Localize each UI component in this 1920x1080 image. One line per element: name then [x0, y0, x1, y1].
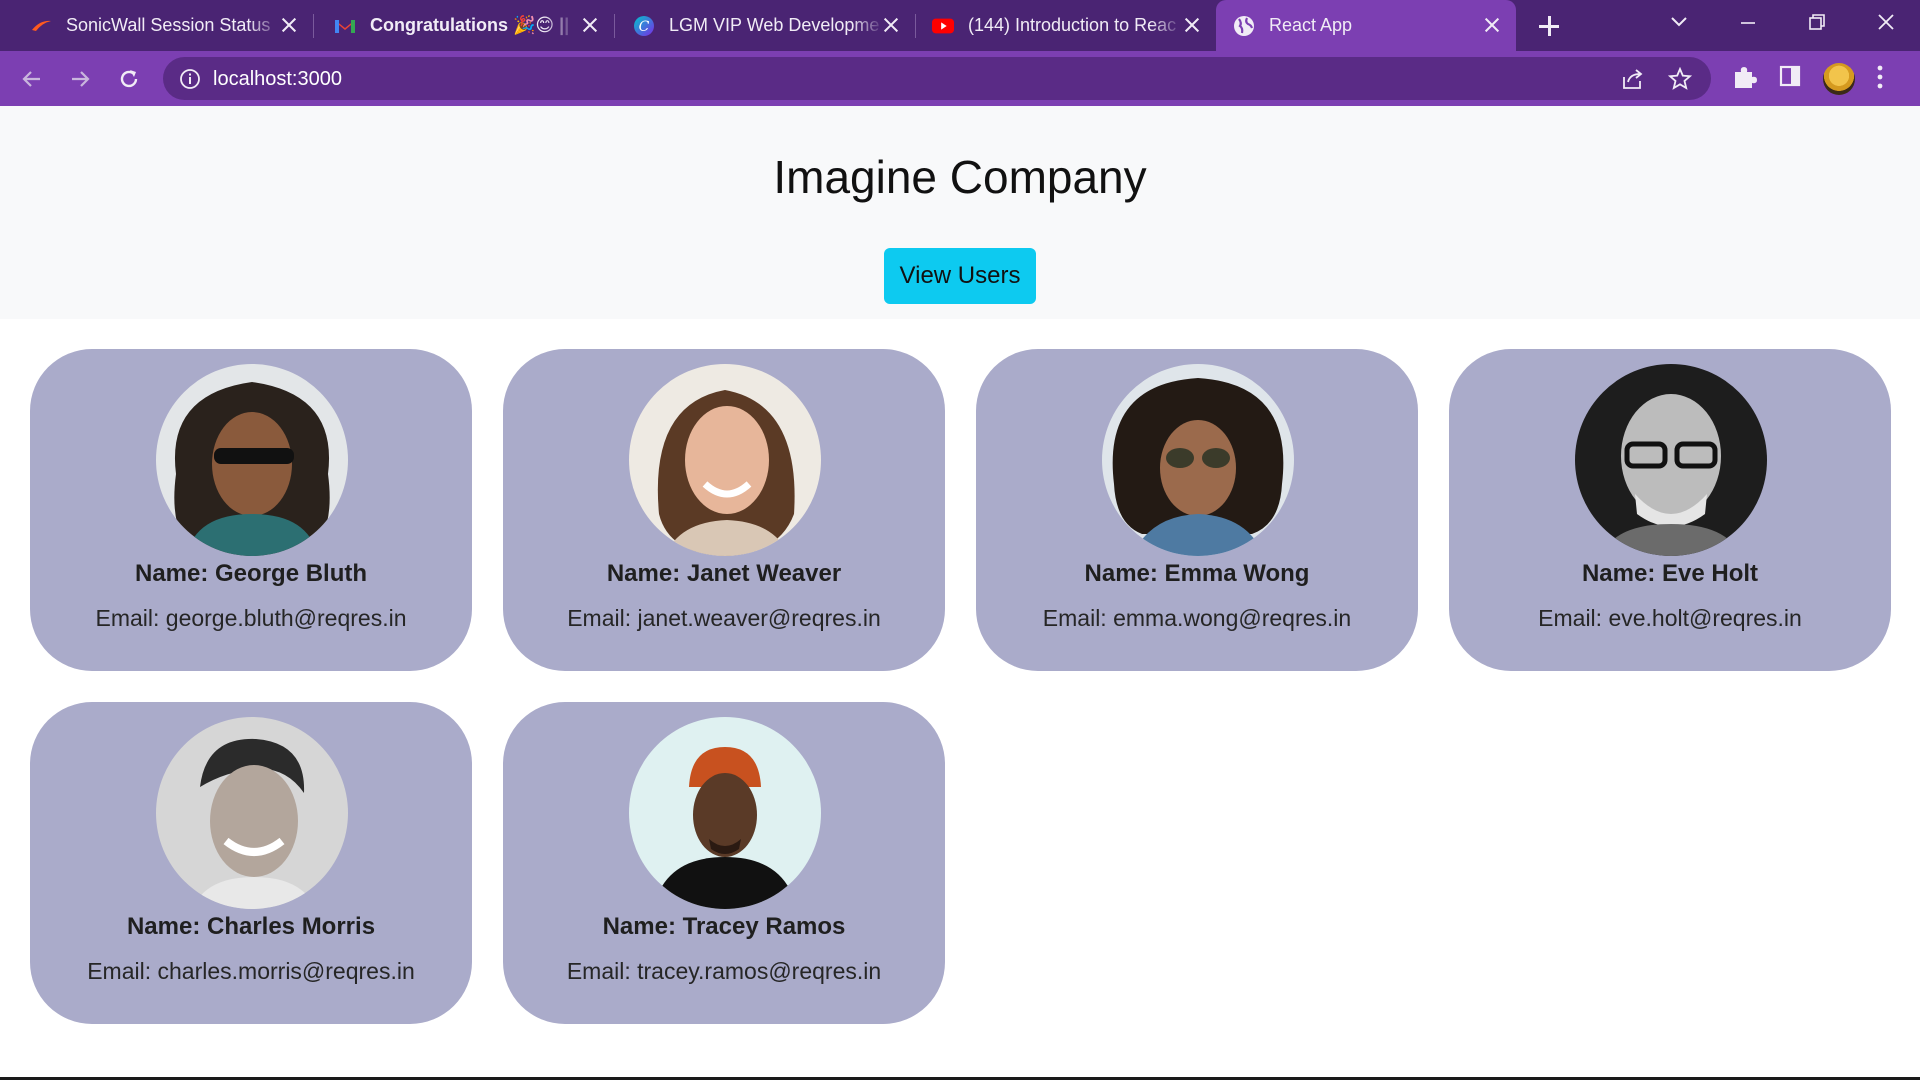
tab-sonicwall[interactable]: SonicWall Session Status: [0, 0, 314, 51]
close-icon[interactable]: [580, 15, 600, 35]
close-icon[interactable]: [279, 15, 299, 35]
address-bar[interactable]: localhost:3000: [163, 57, 1711, 100]
sonicwall-icon: [30, 15, 52, 37]
user-card: Name: Charles Morris Email: charles.morr…: [30, 702, 472, 1024]
tab-search-chevron-icon[interactable]: [1662, 8, 1696, 38]
bookmark-star-icon[interactable]: [1667, 66, 1693, 96]
user-name: Name: Charles Morris: [126, 913, 376, 940]
user-card: Name: George Bluth Email: george.bluth@r…: [30, 349, 472, 671]
new-tab-button[interactable]: [1535, 12, 1563, 40]
user-avatar: [1575, 364, 1767, 556]
tab-title: (144) Introduction to Reac: [968, 15, 1177, 35]
tab-gmail[interactable]: Congratulations 🎉😊 || G: [314, 0, 615, 51]
extensions-puzzle-icon[interactable]: [1731, 64, 1757, 95]
close-icon[interactable]: [881, 15, 901, 35]
tab-title: React App: [1269, 15, 1353, 35]
user-email: Email: eve.holt@reqres.in: [1538, 605, 1802, 631]
user-email: Email: janet.weaver@reqres.in: [567, 605, 881, 631]
user-avatar: [1102, 364, 1294, 556]
view-users-button[interactable]: View Users: [884, 248, 1036, 304]
tab-youtube[interactable]: (144) Introduction to Reac: [916, 0, 1217, 51]
user-avatar: [156, 364, 348, 556]
svg-text:C: C: [639, 19, 650, 35]
user-email: Email: george.bluth@reqres.in: [95, 605, 407, 631]
back-icon[interactable]: [16, 63, 48, 95]
user-email: Email: tracey.ramos@reqres.in: [566, 958, 882, 984]
restore-icon[interactable]: [1799, 8, 1833, 38]
close-icon[interactable]: [1182, 15, 1202, 35]
forward-icon[interactable]: [64, 63, 96, 95]
side-panel-icon[interactable]: [1778, 64, 1802, 93]
gmail-icon: [334, 15, 356, 37]
site-info-icon[interactable]: [179, 68, 201, 95]
close-window-icon[interactable]: [1869, 8, 1903, 38]
user-name: Name: Eve Holt: [1581, 560, 1759, 587]
share-icon[interactable]: [1620, 67, 1646, 96]
user-avatar: [156, 717, 348, 909]
user-card: Name: Eve Holt Email: eve.holt@reqres.in: [1449, 349, 1891, 671]
close-icon[interactable]: [1482, 15, 1502, 35]
user-avatar: [629, 717, 821, 909]
tab-title: Congratulations 🎉😊 || G: [370, 15, 575, 35]
profile-avatar[interactable]: [1823, 63, 1855, 95]
tab-title: SonicWall Session Status: [66, 15, 271, 35]
minimize-icon[interactable]: [1731, 8, 1765, 38]
user-card: Name: Janet Weaver Email: janet.weaver@r…: [503, 349, 945, 671]
browser-tab-strip: SonicWall Session Status Congratulations…: [0, 0, 1920, 51]
reload-icon[interactable]: [113, 63, 145, 95]
youtube-icon: [932, 15, 954, 37]
user-name: Name: Tracey Ramos: [602, 913, 846, 940]
globe-icon: [1233, 15, 1255, 37]
tab-react-app[interactable]: React App: [1216, 0, 1516, 51]
user-name: Name: Emma Wong: [1084, 560, 1310, 587]
header-section: Imagine Company View Users: [0, 106, 1920, 319]
page-content: Imagine Company View Users Name: George …: [0, 106, 1920, 1080]
user-name: Name: Janet Weaver: [606, 560, 842, 587]
user-card: Name: Tracey Ramos Email: tracey.ramos@r…: [503, 702, 945, 1024]
canva-icon: C: [633, 15, 655, 37]
user-email: Email: emma.wong@reqres.in: [1042, 605, 1352, 631]
user-email: Email: charles.morris@reqres.in: [87, 958, 415, 984]
menu-dots-icon[interactable]: [1875, 64, 1885, 95]
user-card: Name: Emma Wong Email: emma.wong@reqres.…: [976, 349, 1418, 671]
tab-lgm-vip[interactable]: C LGM VIP Web Developme: [615, 0, 916, 51]
url-text: localhost:3000: [213, 68, 342, 90]
tab-title: LGM VIP Web Developme: [669, 15, 880, 35]
user-name: Name: George Bluth: [134, 560, 368, 587]
user-avatar: [629, 364, 821, 556]
page-title: Imagine Company: [773, 151, 1147, 203]
browser-toolbar: localhost:3000: [0, 51, 1920, 106]
